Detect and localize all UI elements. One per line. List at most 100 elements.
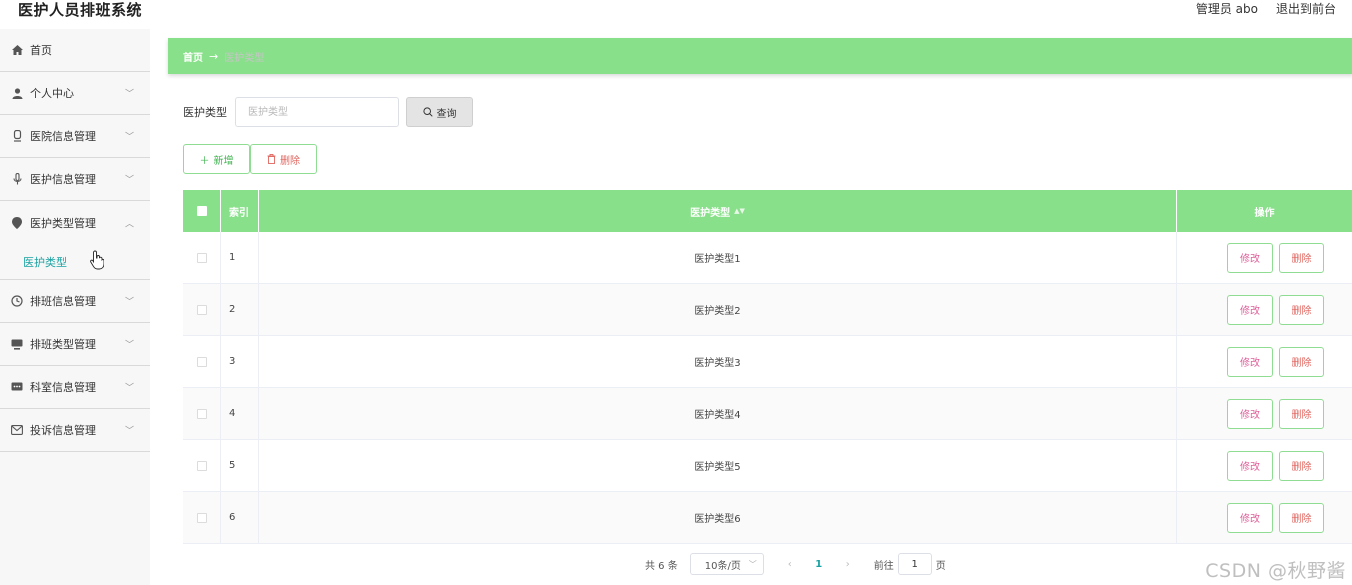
trash-icon [267, 154, 276, 164]
app-title: 医护人员排班系统 [18, 1, 143, 19]
table-row: 3 医护类型3 修改 删除 [183, 336, 1352, 388]
table-row: 4 医护类型4 修改 删除 [183, 388, 1352, 440]
pagination: 共 6 条 10条/页 ﹀ ‹ 1 › 前往 页 [645, 553, 946, 575]
chevron-down-icon: ﹀ [748, 559, 757, 569]
breadcrumb-home[interactable]: 首页 [183, 49, 203, 64]
medical-type-table: 索引 医护类型 ▲▼ 操作 1 医护类型1 修改 删除 2 医护类型2 修改 删除 3 医护类型3 修… [183, 190, 1352, 544]
main-content: 首页 → 医护类型 医护类型 查询 ＋ 新增 删除 索引 医护类型▲▼ 操作 [150, 22, 1352, 585]
row-index: 6 [221, 492, 259, 543]
sidebar-item-department-info[interactable]: 科室信息管理 ﹀ [0, 366, 150, 409]
row-checkbox-cell [183, 232, 221, 283]
breadcrumb: 首页 → 医护类型 [168, 38, 1352, 74]
edit-button[interactable]: 修改 [1227, 294, 1273, 325]
sidebar-item-label: 科室信息管理 [30, 381, 96, 394]
row-index: 5 [221, 440, 259, 491]
row-type: 医护类型3 [259, 336, 1177, 387]
header-type[interactable]: 医护类型 ▲▼ [259, 190, 1177, 232]
clock-icon [10, 294, 24, 308]
row-checkbox[interactable] [196, 356, 207, 367]
page-size-select[interactable]: 10条/页 ﹀ [689, 553, 764, 575]
row-checkbox-cell [183, 284, 221, 335]
batch-delete-button-label: 删除 [280, 155, 300, 167]
select-all-checkbox[interactable] [196, 206, 207, 216]
table-header: 索引 医护类型 ▲▼ 操作 [183, 190, 1352, 232]
row-checkbox[interactable] [196, 512, 207, 523]
query-button[interactable]: 查询 [406, 97, 473, 127]
edit-button[interactable]: 修改 [1227, 450, 1273, 481]
row-delete-button[interactable]: 删除 [1279, 346, 1324, 377]
sidebar-item-label: 投诉信息管理 [30, 424, 96, 437]
row-delete-button[interactable]: 删除 [1279, 398, 1324, 429]
hospital-icon [10, 129, 24, 143]
sidebar-item-label: 医护信息管理 [30, 173, 96, 186]
row-operations: 修改 删除 [1177, 284, 1352, 335]
row-delete-button[interactable]: 删除 [1279, 294, 1324, 325]
query-button-label: 查询 [436, 108, 457, 120]
sidebar-item-label: 个人中心 [30, 87, 74, 100]
chevron-down-icon: ﹀ [124, 340, 134, 351]
row-type-value: 医护类型1 [694, 254, 741, 265]
location-icon [10, 216, 24, 230]
sidebar-item-schedule-info[interactable]: 排班信息管理 ﹀ [0, 280, 150, 323]
sidebar-item-schedule-type[interactable]: 排班类型管理 ﹀ [0, 323, 150, 366]
chevron-down-icon: ﹀ [124, 297, 134, 308]
prev-page-button[interactable]: ‹ [782, 559, 798, 570]
row-operations: 修改 删除 [1177, 440, 1352, 491]
row-delete-button[interactable]: 删除 [1279, 242, 1324, 273]
chevron-down-icon: ﹀ [124, 132, 134, 143]
row-index-value: 6 [229, 512, 236, 523]
row-index: 3 [221, 336, 259, 387]
search-label: 医护类型 [183, 106, 227, 119]
action-row: ＋ 新增 删除 [183, 144, 317, 174]
row-index-value: 5 [229, 460, 236, 471]
row-checkbox[interactable] [196, 252, 207, 263]
sidebar-item-label: 首页 [30, 44, 52, 57]
sidebar-item-medical-staff-info[interactable]: 医护信息管理 ﹀ [0, 158, 150, 201]
next-page-button[interactable]: › [840, 559, 856, 570]
sidebar-item-label: 排班类型管理 [30, 338, 96, 351]
edit-button[interactable]: 修改 [1227, 502, 1273, 533]
sidebar-item-home[interactable]: 首页 [0, 29, 150, 72]
row-type: 医护类型6 [259, 492, 1177, 543]
add-button[interactable]: ＋ 新增 [183, 144, 250, 174]
home-icon [10, 43, 24, 57]
edit-button[interactable]: 修改 [1227, 242, 1273, 273]
sidebar-item-medical-type-mgmt[interactable]: 医护类型管理 ︿ [0, 201, 150, 244]
edit-button[interactable]: 修改 [1227, 398, 1273, 429]
medical-type-search-input[interactable] [235, 97, 399, 127]
admin-user-label[interactable]: 管理员 abo [1196, 0, 1258, 17]
row-index-value: 1 [229, 252, 236, 263]
breadcrumb-current: 医护类型 [224, 52, 265, 64]
header-operation: 操作 [1177, 190, 1352, 232]
row-type-value: 医护类型2 [694, 306, 741, 317]
row-checkbox[interactable] [196, 408, 207, 419]
sidebar-item-hospital-info[interactable]: 医院信息管理 ﹀ [0, 115, 150, 158]
row-delete-button[interactable]: 删除 [1279, 502, 1324, 533]
sidebar-item-personal-center[interactable]: 个人中心 ﹀ [0, 72, 150, 115]
row-index: 4 [221, 388, 259, 439]
chat-icon [10, 380, 24, 394]
row-index: 1 [221, 232, 259, 283]
sidebar-subitem-medical-type[interactable]: 医护类型 [0, 244, 150, 280]
edit-button[interactable]: 修改 [1227, 346, 1273, 377]
batch-delete-button[interactable]: 删除 [250, 144, 317, 174]
table-row: 5 医护类型5 修改 删除 [183, 440, 1352, 492]
row-checkbox[interactable] [196, 460, 207, 471]
row-index-value: 4 [229, 408, 236, 419]
table-row: 6 医护类型6 修改 删除 [183, 492, 1352, 544]
goto-page-input[interactable] [897, 553, 932, 575]
page-number[interactable]: 1 [808, 559, 830, 570]
sidebar-item-complaint-info[interactable]: 投诉信息管理 ﹀ [0, 409, 150, 452]
goto-label: 前往 [873, 560, 894, 572]
row-type: 医护类型2 [259, 284, 1177, 335]
exit-to-front-link[interactable]: 退出到前台 [1276, 0, 1336, 17]
sort-icon[interactable]: ▲▼ [734, 207, 745, 215]
row-index: 2 [221, 284, 259, 335]
row-type-value: 医护类型3 [694, 358, 741, 369]
row-delete-button[interactable]: 删除 [1279, 450, 1324, 481]
goto-suffix: 页 [935, 560, 946, 572]
add-button-label: 新增 [213, 155, 234, 167]
chevron-down-icon: ﹀ [124, 426, 134, 437]
search-row: 医护类型 查询 [183, 97, 473, 127]
row-checkbox[interactable] [196, 304, 207, 315]
